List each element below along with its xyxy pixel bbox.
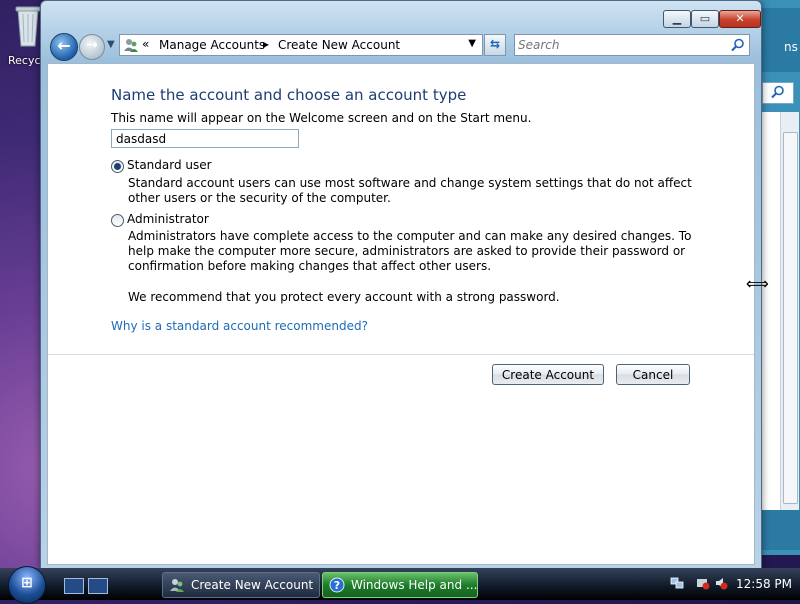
cancel-button[interactable]: Cancel bbox=[616, 364, 690, 385]
administrator-description: Administrators have complete access to t… bbox=[128, 229, 692, 273]
taskbar-item-windows-help[interactable]: ? Windows Help and ... bbox=[322, 572, 478, 598]
background-window-footer bbox=[760, 510, 800, 550]
password-recommendation: We recommend that you protect every acco… bbox=[128, 290, 560, 304]
refresh-icon: ⇆ bbox=[489, 37, 501, 51]
administrator-label[interactable]: Administrator bbox=[127, 212, 209, 226]
show-desktop-icon[interactable] bbox=[64, 578, 84, 594]
breadcrumb-separator[interactable]: ▸ bbox=[263, 37, 269, 51]
minimize-button[interactable]: ▁ bbox=[663, 10, 691, 28]
standard-user-label[interactable]: Standard user bbox=[127, 158, 212, 172]
background-window-content bbox=[762, 112, 780, 528]
content-area: Name the account and choose an account t… bbox=[47, 63, 755, 565]
start-button[interactable]: ⊞ bbox=[8, 566, 46, 604]
refresh-button[interactable]: ⇆ bbox=[484, 34, 506, 56]
taskbar: ⊞ Create New Account ? Windows Help and … bbox=[0, 566, 800, 604]
search-icon bbox=[771, 85, 784, 99]
search-box[interactable] bbox=[514, 34, 750, 56]
user-accounts-icon bbox=[124, 39, 138, 52]
maximize-icon: ▭ bbox=[699, 12, 711, 25]
scrollbar-thumb[interactable] bbox=[783, 132, 798, 504]
page-title: Name the account and choose an account t… bbox=[111, 86, 467, 104]
background-window-scrollbar[interactable] bbox=[780, 112, 799, 528]
recycle-bin-label: Recyc bbox=[8, 54, 41, 67]
standard-user-description: Standard account users can use most soft… bbox=[128, 176, 692, 205]
system-tray: 12:58 PM bbox=[662, 572, 800, 596]
radio-selected-dot bbox=[114, 163, 121, 170]
search-icon[interactable] bbox=[731, 38, 745, 52]
clock[interactable]: 12:58 PM bbox=[736, 572, 792, 596]
network-icon[interactable] bbox=[670, 576, 684, 590]
background-window-button[interactable]: ns bbox=[784, 40, 798, 54]
create-account-window: ▁ ▭ ✕ ← → ▼ « Manage Accounts ▸ Create N… bbox=[40, 0, 762, 570]
help-icon: ? bbox=[329, 577, 345, 593]
address-bar[interactable]: « Manage Accounts ▸ Create New Account ▼ bbox=[119, 34, 483, 56]
windows-logo-icon: ⊞ bbox=[21, 575, 33, 591]
forward-arrow-icon: → bbox=[86, 37, 98, 53]
breadcrumb-item-create-new-account[interactable]: Create New Account bbox=[278, 38, 400, 52]
name-instruction: This name will appear on the Welcome scr… bbox=[111, 111, 532, 125]
taskbar-item-label: Windows Help and ... bbox=[351, 578, 478, 592]
breadcrumb-overflow[interactable]: « bbox=[142, 37, 149, 51]
create-account-button[interactable]: Create Account bbox=[492, 364, 604, 385]
minimize-icon: ▁ bbox=[672, 12, 682, 25]
divider bbox=[48, 354, 754, 355]
search-input[interactable] bbox=[518, 37, 718, 52]
standard-account-help-link[interactable]: Why is a standard account recommended? bbox=[111, 319, 368, 333]
account-name-field[interactable] bbox=[111, 129, 299, 148]
back-arrow-icon: ← bbox=[57, 36, 71, 55]
taskbar-item-label: Create New Account bbox=[191, 578, 314, 592]
close-icon: ✕ bbox=[735, 12, 745, 25]
taskbar-item-create-new-account[interactable]: Create New Account bbox=[162, 572, 320, 598]
svg-text:?: ? bbox=[334, 579, 340, 592]
volume-muted-icon[interactable] bbox=[714, 576, 728, 590]
forward-button[interactable]: → bbox=[79, 34, 105, 60]
recycle-bin-icon[interactable] bbox=[14, 4, 42, 48]
address-dropdown-icon[interactable]: ▼ bbox=[468, 38, 476, 49]
maximize-button[interactable]: ▭ bbox=[691, 10, 719, 28]
standard-user-radio[interactable] bbox=[111, 160, 124, 173]
recent-pages-dropdown[interactable]: ▼ bbox=[107, 39, 115, 50]
resize-cursor-icon: ⟺ bbox=[746, 274, 769, 293]
warning-icon[interactable] bbox=[696, 576, 710, 590]
user-accounts-icon bbox=[170, 579, 184, 592]
back-button[interactable]: ← bbox=[50, 33, 78, 61]
close-button[interactable]: ✕ bbox=[719, 10, 761, 28]
switch-windows-icon[interactable] bbox=[88, 578, 108, 594]
breadcrumb-item-manage-accounts[interactable]: Manage Accounts bbox=[159, 38, 265, 52]
administrator-radio[interactable] bbox=[111, 214, 124, 227]
background-window-search[interactable] bbox=[762, 82, 794, 104]
